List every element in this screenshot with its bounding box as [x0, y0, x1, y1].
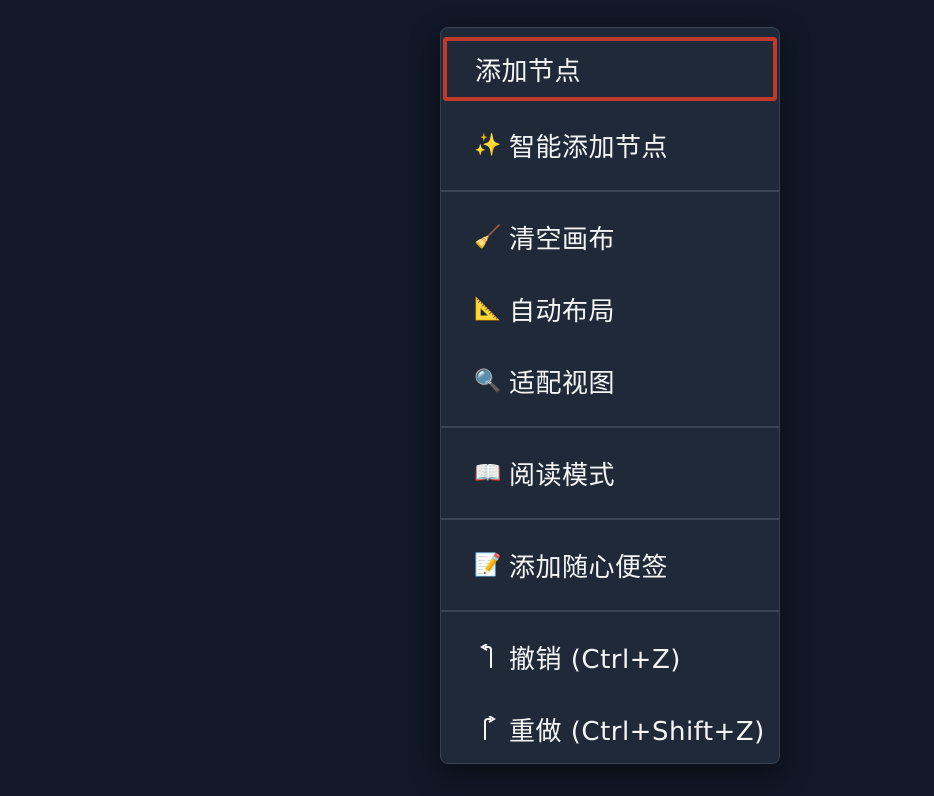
memo-icon: 📝 [474, 552, 502, 578]
menu-divider [441, 426, 779, 428]
undo-arrow-icon [473, 644, 503, 670]
menu-item-add-sticky-note[interactable]: 📝 添加随心便签 [441, 529, 779, 601]
menu-item-smart-add-node[interactable]: ✨ 智能添加节点 [441, 109, 779, 181]
menu-item-label: 适配视图 [509, 368, 616, 399]
menu-item-label: 添加节点 [475, 56, 582, 87]
menu-item-label: 撤销 (Ctrl+Z) [509, 644, 681, 675]
context-menu: 添加节点 ✨ 智能添加节点 🧹 清空画布 📐 自动布局 🔍 适配视图 📖 阅读模… [440, 27, 780, 764]
menu-item-redo[interactable]: 重做 (Ctrl+Shift+Z) [441, 693, 779, 765]
menu-item-fit-view[interactable]: 🔍 适配视图 [441, 345, 779, 417]
magnifier-icon: 🔍 [474, 368, 502, 394]
menu-item-undo[interactable]: 撤销 (Ctrl+Z) [441, 621, 779, 693]
menu-item-label: 重做 (Ctrl+Shift+Z) [509, 716, 765, 747]
menu-item-label: 添加随心便签 [509, 552, 669, 583]
menu-divider [441, 610, 779, 612]
canvas-background[interactable]: 添加节点 ✨ 智能添加节点 🧹 清空画布 📐 自动布局 🔍 适配视图 📖 阅读模… [0, 0, 934, 796]
triangular-ruler-icon: 📐 [474, 296, 502, 322]
menu-item-clear-canvas[interactable]: 🧹 清空画布 [441, 201, 779, 273]
menu-item-label: 清空画布 [509, 224, 616, 255]
broom-icon: 🧹 [474, 224, 502, 250]
menu-item-label: 智能添加节点 [509, 132, 669, 163]
menu-item-label: 阅读模式 [509, 460, 616, 491]
redo-arrow-icon [473, 716, 503, 742]
menu-item-auto-layout[interactable]: 📐 自动布局 [441, 273, 779, 345]
menu-item-label: 自动布局 [509, 296, 616, 327]
menu-divider [441, 190, 779, 192]
menu-divider [441, 518, 779, 520]
menu-item-add-node[interactable]: 添加节点 [443, 37, 777, 101]
sparkles-icon: ✨ [474, 132, 502, 158]
menu-item-reading-mode[interactable]: 📖 阅读模式 [441, 437, 779, 509]
open-book-icon: 📖 [474, 460, 502, 486]
